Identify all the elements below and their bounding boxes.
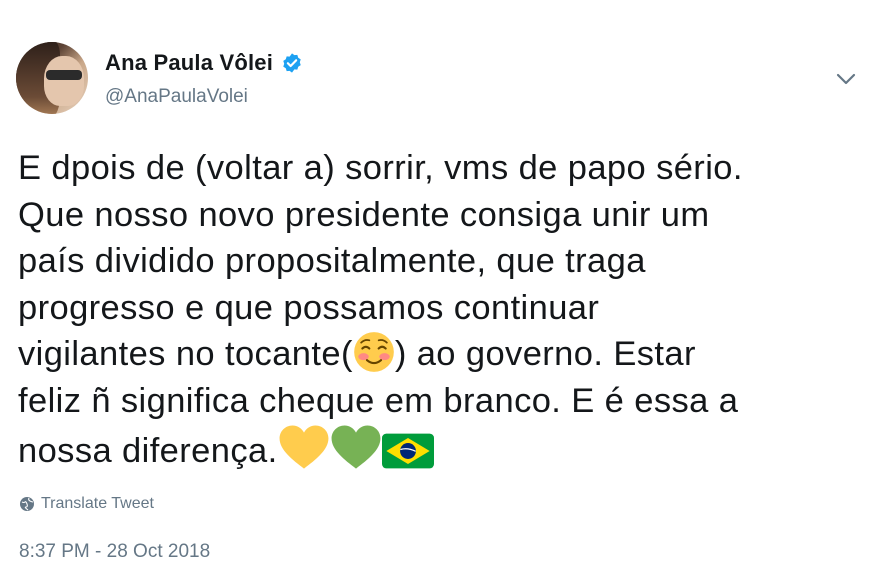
green-heart-emoji <box>331 425 380 469</box>
tweet-line: nossa diferença. <box>18 432 278 470</box>
brazil-flag-emoji <box>381 433 434 469</box>
globe-icon <box>20 497 34 511</box>
tweet-line: Que nosso novo presidente consiga unir u… <box>18 195 710 234</box>
verified-badge-icon <box>283 53 301 73</box>
tweet-text: E dpois de (voltar a) sorrir, vms de pap… <box>18 145 868 475</box>
tweet-line: país dividido propositalmente, que traga <box>18 242 646 280</box>
tweet-line: feliz ñ significa cheque em branco. E é … <box>18 381 739 420</box>
tweet-card: Ana Paula Vôlei @AnaPaulaVolei E dpois d… <box>0 0 874 575</box>
tweet-timestamp[interactable]: 8:37 PM - 28 Oct 2018 <box>19 541 210 563</box>
translate-label[interactable]: Translate Tweet <box>41 495 154 513</box>
chevron-down-icon[interactable] <box>834 70 858 88</box>
author-handle[interactable]: @AnaPaulaVolei <box>105 86 248 108</box>
tweet-line: vigilantes no tocante( <box>18 335 353 373</box>
avatar[interactable] <box>16 42 88 114</box>
author-display-name[interactable]: Ana Paula Vôlei <box>105 50 273 76</box>
translate-tweet-link[interactable]: Translate Tweet <box>19 495 154 513</box>
tweet-line: E dpois de (voltar a) sorrir, vms de pap… <box>18 149 743 187</box>
tweet-line: progresso e que possamos continuar <box>18 288 600 327</box>
author-name-row[interactable]: Ana Paula Vôlei <box>105 50 303 76</box>
tweet-line: ) ao governo. Estar <box>394 335 696 373</box>
smiling-face-emoji <box>354 332 394 372</box>
yellow-heart-emoji <box>279 425 328 469</box>
